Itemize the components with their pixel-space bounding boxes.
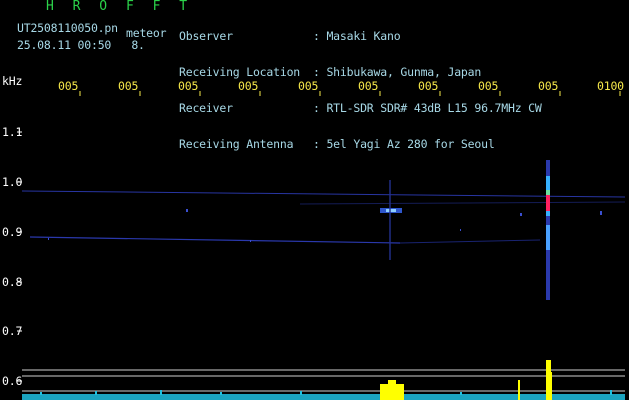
x-tick-marks	[79, 91, 621, 96]
spectrogram	[17, 91, 626, 400]
echo-event-mid	[380, 180, 402, 260]
noise-speckle	[48, 209, 602, 242]
carrier-traces	[21, 190, 626, 244]
y-tick-marks	[17, 131, 22, 382]
meteor-echo	[546, 160, 550, 300]
power-reference-lines	[22, 369, 625, 392]
